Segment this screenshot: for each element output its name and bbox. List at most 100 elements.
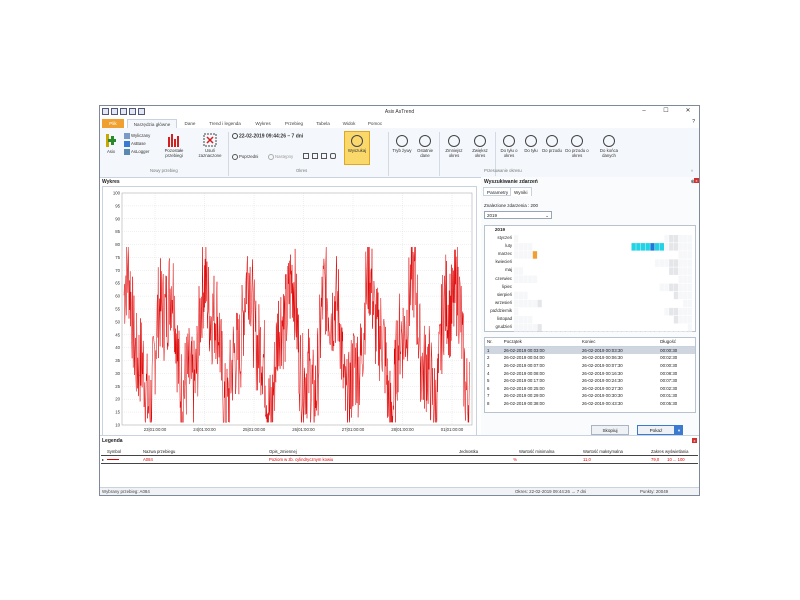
hand-icon[interactable] [330,153,337,159]
do-tylu-o-okres-button[interactable]: Do tyłu o okres [498,135,520,158]
legend-desc: Poziom w zb. cylindrycznym kowiu [268,455,458,464]
zmniejsz-okres-button[interactable]: Zmniejsz okres [442,135,466,158]
pozostale-przebiegi-button[interactable]: Pozostałe przebiegi [160,133,188,158]
year-calendar[interactable]: 2019 styczeń luty marzec kwiecień maj czerwie… [484,225,696,332]
period-display[interactable]: 22-02-2019 09:44:26 – 7 dni [232,133,303,139]
legend-table[interactable]: Symbol Nazwa przebiegu Opis_zmiennej Jed… [101,448,698,464]
legend-col-min[interactable]: Wartość minimalna [518,448,582,456]
chart-area[interactable]: 10 15 20 25 30 35 40 45 50 55 60 65 70 75 80 85 90 95 100 2… [102,186,477,436]
x-tick-label: 26|01:00:00 [292,427,315,432]
tab-dane[interactable]: Dane [180,119,200,128]
y-tick-label: 10 [115,423,120,428]
tab-pomoc[interactable]: Pomoc [364,119,386,128]
do-konca-danych-button[interactable]: Do końca danych [596,135,622,158]
do-tylu-button[interactable]: Do tyłu [522,135,540,153]
next-icon [268,154,274,160]
calendar-month-label: luty [505,243,512,249]
wyliczany-button[interactable]: Wyliczany [124,133,150,139]
result-cell: 26-02-2019 00:17:00 [503,378,545,384]
results-table[interactable]: Nr. Początek Koniec Długość 1 26-02-2019 … [484,337,696,413]
tab-widok[interactable]: Widok [338,119,360,128]
tab-narzedzia-glowne[interactable]: Narzędzia główne [127,119,177,128]
legend-min: 11,0 [582,455,650,464]
result-row[interactable]: 3 26-02-2019 00:07:00 26-02-2019 00:07:30 0… [485,362,695,370]
result-row[interactable]: 2 26-02-2019 00:04:00 26-02-2019 00:06:30 0… [485,354,695,362]
do-przodu-button[interactable]: Do przodu [542,135,562,153]
panel-close-icon[interactable]: x [694,178,699,183]
x-tick-label: 24|01:00:00 [193,427,216,432]
result-row[interactable]: 7 26-02-2019 00:29:00 26-02-2019 00:30:30 0… [485,392,695,400]
tab-przebieg[interactable]: Przebieg [281,119,307,128]
nastepny-button[interactable]: Następny [268,154,293,160]
collapse-ribbon-icon[interactable]: ^ [691,169,693,174]
tryb-zywy-button[interactable]: Tryb żywy [392,135,412,153]
ostatnie-dane-button[interactable]: Ostatnie dane [414,135,436,158]
wyszukaj-button[interactable]: Wyszukaj [344,131,370,165]
legend-col-unit[interactable]: Jednostka [458,448,518,456]
calendar-icon[interactable] [303,153,310,159]
col-koniec[interactable]: Koniec [579,338,659,347]
y-tick-label: 45 [115,332,120,337]
col-poczatek[interactable]: Początek [501,338,580,347]
to-end-icon [603,135,615,147]
col-nr[interactable]: Nr. [485,338,502,347]
result-row[interactable]: 5 26-02-2019 00:17:00 26-02-2019 00:24:30 0… [485,377,695,385]
search-clock-icon [351,135,363,147]
copy-button[interactable]: Skopiuj [591,425,629,435]
tab-plik[interactable]: Plik [102,119,124,128]
y-tick-label: 70 [115,268,120,273]
usun-zaznaczone-button[interactable]: Usuń zaznaczone [196,133,224,158]
result-cell: 00:02:30 [660,355,678,361]
asbase-button[interactable]: AsBase [124,141,146,147]
aslogger-button[interactable]: AsLogger [124,149,149,155]
legend-col-name[interactable]: Nazwa przebiegu [142,448,268,456]
legend-col-range[interactable]: Zakres wyświetlania [650,448,698,456]
subtab-parametry[interactable]: Parametry [483,187,513,196]
y-tick-label: 85 [115,229,120,234]
close-icon[interactable]: ✕ [677,106,699,116]
x-tick-label: 01|01:00:00 [441,427,464,432]
show-dropdown-icon[interactable]: ▾ [675,425,683,435]
trend-chart[interactable]: 10 15 20 25 30 35 40 45 50 55 60 65 70 75 80 85 90 95 100 2… [103,187,476,435]
legend-row[interactable]: ▸ A084 Poziom w zb. cylindrycznym kowiu … [101,455,698,464]
x-tick-label: 28|01:00:00 [391,427,414,432]
search-panel: Wyszukiwanie zdarzeń ⊕ x Parametry Wynik… [481,177,699,439]
legend-close-icon[interactable]: x [692,438,697,443]
legend-col-max[interactable]: Wartość maksymalna [582,448,650,456]
poprzedni-button[interactable]: Poprzedni [232,154,258,160]
calendar-day-grid[interactable] [514,227,694,332]
x-tick-label: 23|01:00:00 [144,427,167,432]
result-row[interactable]: 6 26-02-2019 00:25:00 26-02-2019 00:27:30 0… [485,385,695,393]
zwieksz-okres-button[interactable]: Zwiększ okres [468,135,492,158]
result-cell: 26-02-2019 00:29:00 [503,393,545,399]
status-selected: Wybrany przebieg: A084 [102,489,150,494]
result-row[interactable]: 1 26-02-2019 00:03:00 26-02-2019 00:03:30 0… [485,346,695,355]
asix-button[interactable]: Asix [104,134,118,154]
minimize-icon[interactable]: – [633,106,655,116]
y-tick-label: 90 [115,216,120,221]
result-row[interactable]: 8 26-02-2019 00:38:00 26-02-2019 00:43:30 0… [485,400,695,408]
result-cell: 8 [487,401,490,407]
result-cell: 26-02-2019 00:38:00 [503,401,545,407]
tab-wykres[interactable]: Wykres [251,119,275,128]
tab-trend-i-legenda[interactable]: Trend i legenda [203,119,247,128]
legend-col-desc[interactable]: Opis_zmiennej [268,448,458,456]
col-dlugosc[interactable]: Długość [658,338,695,347]
show-button[interactable]: Pokaż [637,425,675,435]
plus-icon [106,134,116,147]
subtab-wyniki[interactable]: Wyniki [510,187,532,196]
result-cell: 26-02-2019 00:24:30 [581,378,623,384]
help-icon[interactable]: ? [692,119,695,125]
calendar-week-icon[interactable] [312,153,319,159]
title-bar: Asix AsTrend – ☐ ✕ [100,106,699,118]
result-row[interactable]: 4 26-02-2019 00:08:00 26-02-2019 00:16:30 0… [485,369,695,377]
calendar-month-label: maj [505,267,512,273]
tab-tabela[interactable]: Tabela [312,119,334,128]
maximize-icon[interactable]: ☐ [655,106,677,116]
year-select[interactable]: 2019 ⌄ [484,211,552,219]
calendar-month-label: lipiec [502,283,512,289]
do-przodu-o-okres-button[interactable]: Do przodu o okres [564,135,590,158]
chevron-down-icon[interactable]: ⌄ [545,212,549,219]
legend-col-symbol[interactable]: Symbol [106,448,142,456]
mail-icon[interactable] [321,153,328,159]
